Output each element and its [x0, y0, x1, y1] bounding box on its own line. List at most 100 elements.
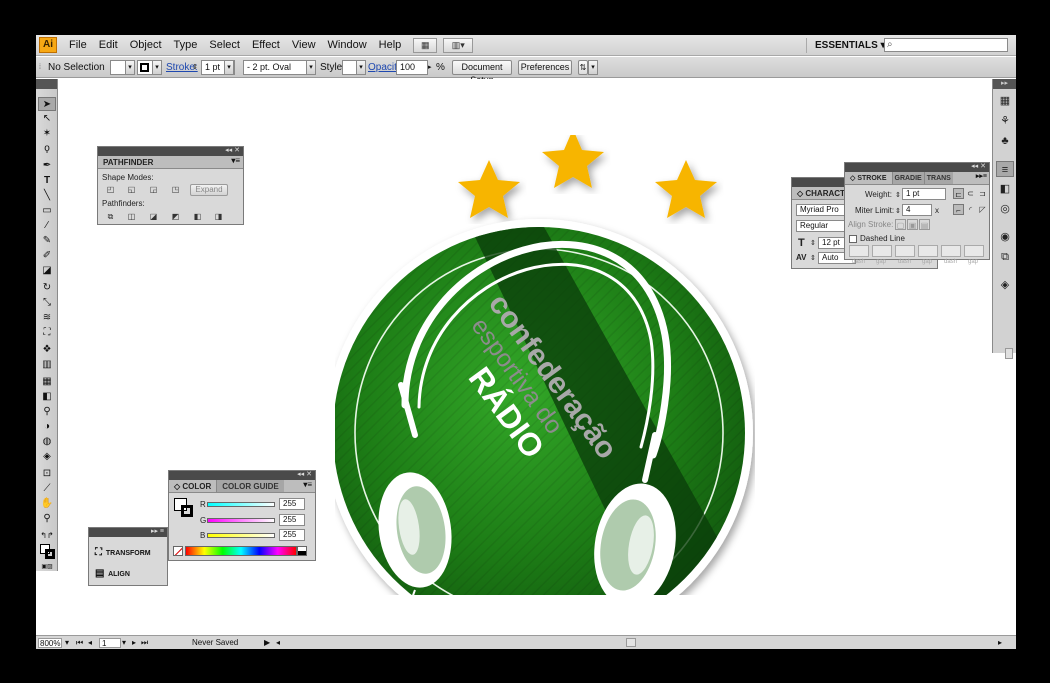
stroke-dropdown[interactable]: ▾ [152, 60, 162, 75]
tab-color-guide[interactable]: COLOR GUIDE [216, 480, 284, 492]
zoom-dropdown-icon[interactable]: ▾ [65, 638, 69, 648]
direct-selection-tool-icon[interactable]: ↖ [38, 112, 56, 126]
dash-field-2[interactable] [895, 245, 915, 257]
brush-definition-field[interactable]: - 2 pt. Oval [243, 60, 315, 75]
app-logo[interactable]: Ai [39, 37, 57, 53]
gradient-tool-icon[interactable]: ◧ [38, 390, 56, 404]
menu-edit[interactable]: Edit [93, 39, 124, 51]
artboard-tool-icon[interactable]: ⊡ [38, 467, 56, 481]
tab-gradient[interactable]: GRADIE [891, 172, 924, 184]
b-slider[interactable] [207, 533, 275, 538]
minus-back-icon[interactable]: ◨ [213, 211, 224, 222]
menu-select[interactable]: Select [203, 39, 246, 51]
scroll-left-icon[interactable]: ◂ [276, 638, 280, 648]
g-slider[interactable] [207, 518, 275, 523]
warp-tool-icon[interactable]: ≋ [38, 311, 56, 325]
tab-color[interactable]: ◇ COLOR [169, 480, 216, 492]
gap-field-3[interactable] [964, 245, 984, 257]
dock-collapse-icon[interactable]: ▸▸ [993, 79, 1016, 89]
type-tool-icon[interactable]: T [38, 174, 56, 188]
graphic-styles-icon[interactable]: ⧉ [996, 249, 1014, 265]
radio-logo-artwork[interactable]: confederação esportiva do RÁDIO [335, 135, 755, 595]
minus-front-icon[interactable]: ◱ [126, 184, 137, 195]
b-value-field[interactable]: 255 [279, 529, 305, 541]
color-panel-collapse-icon[interactable]: ◂◂ ✕ [169, 471, 315, 480]
brush-dropdown[interactable]: ▾ [306, 60, 316, 75]
artboard-number-field[interactable]: 1 [99, 638, 121, 648]
rotate-tool-icon[interactable]: ↻ [38, 281, 56, 295]
weight-stepper-icon[interactable]: ⇕ [895, 191, 901, 199]
transparency-panel-icon[interactable]: ◎ [996, 201, 1014, 217]
last-artboard-icon[interactable]: ⏭ [141, 638, 148, 648]
preferences-button[interactable]: Preferences [518, 60, 572, 75]
brushes-icon[interactable]: ⚘ [996, 113, 1014, 129]
style-dropdown[interactable]: ▾ [356, 60, 366, 75]
opacity-field[interactable]: 100 [396, 60, 428, 75]
arrange-documents-icon[interactable]: ▥▾ [443, 37, 474, 53]
dash-field-3[interactable] [941, 245, 961, 257]
black-white-swatch[interactable] [297, 546, 307, 556]
lasso-tool-icon[interactable]: ϙ [38, 142, 56, 156]
menu-window[interactable]: Window [322, 39, 373, 51]
crop-icon[interactable]: ◩ [170, 211, 181, 222]
color-spectrum[interactable] [185, 546, 297, 556]
align-inside-icon[interactable]: ▣ [907, 219, 918, 230]
scale-tool-icon[interactable]: ⤡ [38, 296, 56, 310]
transform-panel-collapse-icon[interactable]: ▸▸ ≡ [89, 528, 167, 537]
exclude-icon[interactable]: ◳ [170, 184, 181, 195]
live-paint-bucket-tool-icon[interactable]: ◍ [38, 435, 56, 449]
align-center-icon[interactable]: ▢ [895, 219, 906, 230]
status-menu-icon[interactable]: ▶ [264, 638, 270, 648]
line-tool-icon[interactable]: ╲ [38, 189, 56, 203]
fill-stroke-preview-icon[interactable] [174, 498, 194, 518]
stroke-weight-dropdown[interactable]: ▾ [224, 60, 234, 75]
dash-field-1[interactable] [849, 245, 869, 257]
r-value-field[interactable]: 255 [279, 498, 305, 510]
butt-cap-icon[interactable]: ⊏ [953, 188, 964, 199]
trim-icon[interactable]: ◫ [126, 211, 137, 222]
next-artboard-icon[interactable]: ▸ [132, 638, 136, 648]
eraser-tool-icon[interactable]: ◪ [38, 264, 56, 278]
selection-tool-icon[interactable]: ➤ [38, 97, 56, 111]
menu-file[interactable]: File [63, 39, 93, 51]
column-graph-tool-icon[interactable]: ▥ [38, 358, 56, 372]
round-cap-icon[interactable]: ⊂ [965, 188, 976, 199]
symbol-sprayer-tool-icon[interactable]: ❖ [38, 343, 56, 357]
align-panel-button[interactable]: ▤ ALIGN [95, 567, 130, 581]
panel-collapse-icon[interactable]: ◂◂ ✕ [98, 147, 243, 156]
control-panel-menu-icon[interactable]: ▾ [588, 60, 598, 75]
live-paint-selection-tool-icon[interactable]: ◈ [38, 450, 56, 464]
dashed-line-checkbox[interactable] [849, 235, 857, 243]
eyedropper-tool-icon[interactable]: ⚲ [38, 405, 56, 419]
color-panel-menu-icon[interactable]: ▾≡ [303, 480, 315, 492]
zoom-tool-icon[interactable]: ⚲ [38, 512, 56, 526]
outline-icon[interactable]: ◧ [192, 211, 203, 222]
stroke-stepper-icon[interactable]: ⇕ [192, 60, 198, 75]
font-size-stepper-icon[interactable]: ⇕ [810, 239, 816, 247]
layers-panel-icon[interactable]: ◈ [996, 277, 1014, 293]
paintbrush-tool-icon[interactable]: ∕ [38, 219, 56, 233]
align-outside-icon[interactable]: ▤ [919, 219, 930, 230]
scroll-right-icon[interactable]: ▸ [998, 638, 1002, 648]
fill-dropdown[interactable]: ▾ [125, 60, 135, 75]
first-artboard-icon[interactable]: ⏮ [76, 638, 83, 648]
intersect-icon[interactable]: ◲ [148, 184, 159, 195]
pencil-tool-icon[interactable]: ✎ [38, 234, 56, 248]
document-setup-button[interactable]: Document Setup [452, 60, 512, 85]
blend-tool-icon[interactable]: ◑ [38, 420, 56, 434]
projecting-cap-icon[interactable]: ⊐ [977, 188, 988, 199]
divide-icon[interactable]: ⧉ [105, 211, 116, 222]
menu-type[interactable]: Type [168, 39, 204, 51]
search-input[interactable]: ⌕ [884, 38, 1008, 52]
workspace-switcher[interactable]: ESSENTIALS ▾ [806, 38, 894, 53]
blob-brush-tool-icon[interactable]: ✐ [38, 249, 56, 263]
miter-limit-field[interactable]: 4 [902, 204, 932, 216]
miter-stepper-icon[interactable]: ⇕ [895, 207, 901, 215]
arrange-icon[interactable]: ⇅ [578, 60, 588, 75]
tab-pathfinder[interactable]: PATHFINDER [98, 156, 158, 168]
round-join-icon[interactable]: ◜ [965, 204, 976, 215]
artboard-canvas[interactable]: confederação esportiva do RÁDIO ◂◂ ✕ PAT… [59, 79, 991, 635]
zoom-field[interactable]: 800% [38, 638, 62, 648]
magic-wand-tool-icon[interactable]: ✶ [38, 127, 56, 141]
free-transform-tool-icon[interactable]: ⛶ [38, 326, 56, 340]
